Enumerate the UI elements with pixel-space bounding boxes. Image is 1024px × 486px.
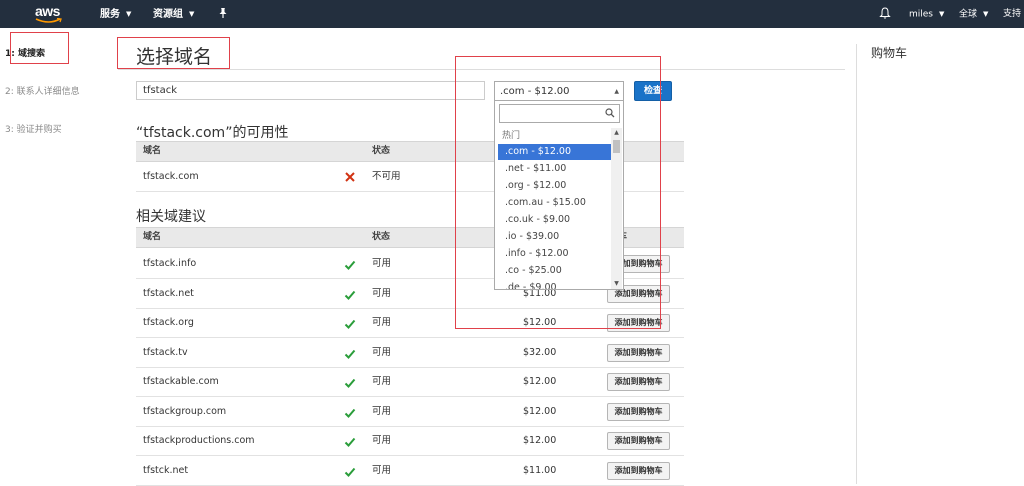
domain-cell: tfstck.net [143,464,189,476]
available-check-icon [344,408,356,418]
pin-button[interactable] [218,0,228,28]
services-label: 服务 [100,9,120,20]
domain-cell: tfstackproductions.com [143,435,255,446]
header-domain: 域名 [143,232,162,242]
status-cell: 可用 [372,405,392,417]
tld-option[interactable]: .co.uk - $9.00 [498,212,611,228]
available-check-icon [344,260,356,270]
tld-option[interactable]: .co - $25.00 [498,263,611,279]
domain-cell: tfstack.net [143,287,194,299]
suggestion-row: tfstackgroup.com 可用 $12.00 添加到购物车 [136,397,684,427]
suggestion-row: tfstackproductions.com 可用 $12.00 添加到购物车 [136,426,684,456]
user-menu[interactable]: miles ▼ [909,0,944,28]
search-icon [605,108,615,118]
annotation-box-step [10,32,69,64]
header-domain: 域名 [143,146,162,156]
suggestion-row: tfstack.tv 可用 $32.00 添加到购物车 [136,338,684,368]
notifications-button[interactable] [879,0,891,28]
cart-divider [856,44,857,484]
price-cell: $32.00 [523,346,557,358]
status-cell: 可用 [372,376,392,387]
resource-groups-label: 资源组 [153,9,183,20]
tld-option[interactable]: .com - $12.00 [498,144,611,160]
add-to-cart-button[interactable]: 添加到购物车 [607,461,670,480]
domain-cell: tfstack.tv [143,346,188,358]
support-menu[interactable]: 支持 [1003,0,1021,28]
price-cell: $11.00 [523,464,557,476]
aws-logo-text: aws [35,3,60,19]
add-to-cart-button[interactable]: 添加到购物车 [607,432,670,450]
tld-option[interactable]: .io - $39.00 [498,229,611,245]
status-cell: 不可用 [372,171,401,182]
step-verify-purchase[interactable]: 3: 验证并购买 [5,122,62,135]
tld-dropdown-search[interactable] [499,104,620,123]
cart-title: 购物车 [871,46,908,60]
bell-icon [879,7,891,19]
domain-cell: tfstackgroup.com [143,405,227,417]
annotation-box-title [117,37,230,69]
dropdown-scrollbar[interactable]: ▲ ▼ [611,128,622,289]
scroll-up-icon[interactable]: ▲ [611,128,622,138]
resource-groups-menu[interactable]: 资源组 ▼ [153,0,194,28]
step-contact-details[interactable]: 2: 联系人详细信息 [5,84,80,97]
status-cell: 可用 [372,258,392,269]
top-nav-bar: aws 服务 ▼ 资源组 ▼ miles ▼ 全球 ▼ 支持 [0,0,1024,28]
availability-title: “tfstack.com”的可用性 [136,125,289,141]
suggestions-title: 相关域建议 [136,209,206,225]
domain-cell: tfstack.com [143,171,199,182]
available-check-icon [344,378,356,388]
add-to-cart-button[interactable]: 添加到购物车 [607,402,670,421]
status-cell: 可用 [372,464,392,476]
available-check-icon [344,319,356,329]
pin-icon [219,8,227,18]
add-to-cart-button[interactable]: 添加到购物车 [607,343,670,362]
status-cell: 可用 [372,346,392,358]
tld-options-list: 热门 .com - $12.00 .net - $11.00 .org - $12.… [495,128,613,289]
suggestion-row: tfstck.net 可用 $11.00 添加到购物车 [136,456,684,486]
region-label: 全球 [959,9,978,20]
tld-dropdown: 热门 .com - $12.00 .net - $11.00 .org - $12.… [494,100,624,290]
tld-option[interactable]: .com.au - $15.00 [498,195,611,211]
support-label: 支持 [1003,9,1022,19]
available-check-icon [344,437,356,447]
chevron-down-icon: ▼ [939,10,945,18]
scrollbar-thumb[interactable] [613,140,620,153]
chevron-down-icon: ▼ [983,10,989,18]
domain-cell: tfstack.org [143,317,194,328]
domain-cell: tfstack.info [143,258,197,269]
unavailable-x-icon [345,172,355,182]
region-menu[interactable]: 全球 ▼ [959,0,988,28]
status-cell: 可用 [372,287,392,299]
scroll-down-icon[interactable]: ▼ [611,279,622,289]
available-check-icon [344,467,356,477]
user-label: miles [909,9,933,20]
tld-option[interactable]: .de - $9.00 [498,280,611,289]
status-cell: 可用 [372,317,392,328]
domain-search-input[interactable]: tfstack [136,81,485,100]
add-to-cart-button[interactable]: 添加到购物车 [607,373,670,391]
tld-group-label: 热门 [502,131,521,141]
price-cell: $12.00 [523,405,557,417]
chevron-down-icon: ▼ [126,10,132,18]
tld-option[interactable]: .org - $12.00 [498,178,611,194]
aws-logo[interactable]: aws [33,3,67,25]
suggestion-row: tfstackable.com 可用 $12.00 添加到购物车 [136,367,684,397]
aws-smile-icon [35,18,62,23]
header-status: 状态 [372,146,391,156]
tld-option[interactable]: .net - $11.00 [498,161,611,177]
price-cell: $12.00 [523,376,557,387]
domain-cell: tfstackable.com [143,376,219,387]
available-check-icon [344,290,356,300]
services-menu[interactable]: 服务 ▼ [100,0,131,28]
chevron-down-icon: ▼ [189,10,195,18]
status-cell: 可用 [372,435,392,446]
tld-option[interactable]: .info - $12.00 [498,246,611,262]
available-check-icon [344,349,356,359]
header-status: 状态 [372,232,391,242]
price-cell: $12.00 [523,435,557,446]
